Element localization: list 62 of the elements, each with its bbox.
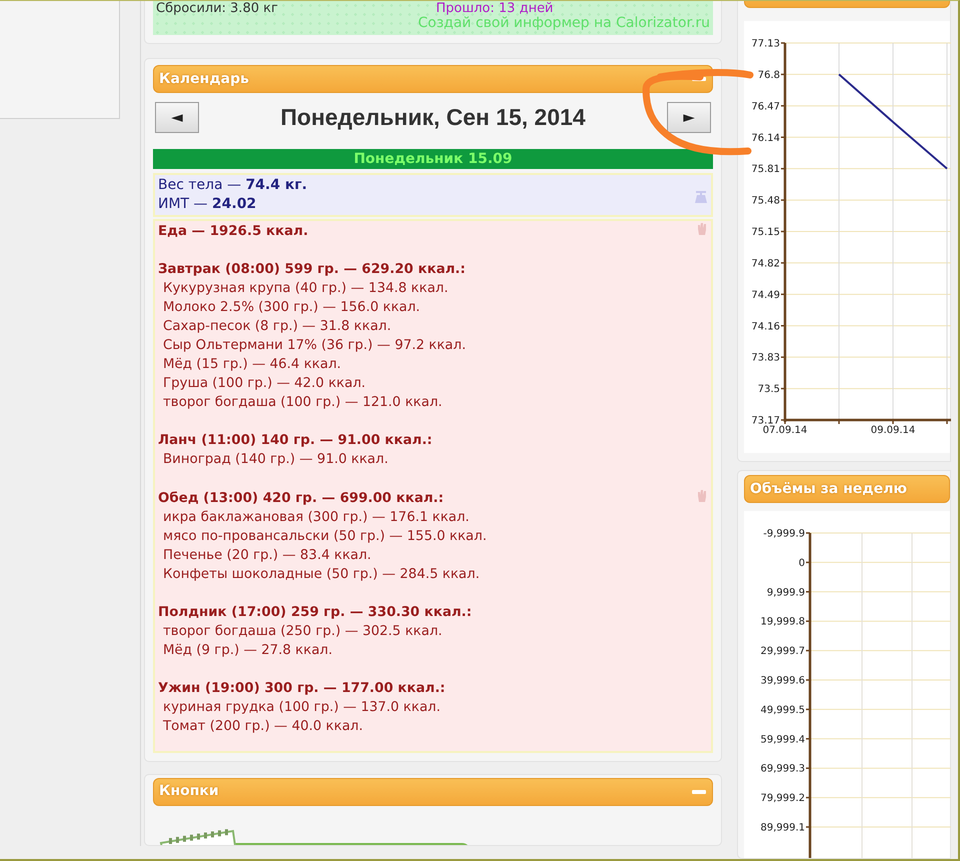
body-stat: ИМТ — 24.02 xyxy=(158,194,258,214)
axis-label: 09.09.14 xyxy=(870,425,916,436)
axis-label: 0 xyxy=(798,558,805,569)
panel-title: Кнопки xyxy=(159,782,219,801)
axis-label: 74.82 xyxy=(751,258,780,270)
axis-label: 19,999.8 xyxy=(760,616,805,628)
axis-label: 74.16 xyxy=(751,321,780,332)
meal-title: Завтрак (08:00) 599 гр. — 629.20 ккал.: xyxy=(158,260,466,279)
meal-title: Ланч (11:00) 140 гр. — 91.00 ккал.: xyxy=(158,432,432,450)
axis-label: 73.83 xyxy=(751,352,780,364)
food-item: Виноград (140 гр.) — 91.0 ккал. xyxy=(163,451,388,470)
axis-label: 74.49 xyxy=(751,290,780,301)
axis-label: 77.13 xyxy=(751,38,780,50)
food-item: Кукурузная крупа (40 гр.) — 134.8 ккал. xyxy=(163,280,448,298)
food-item: Мёд (15 гр.) — 46.4 ккал. xyxy=(163,356,342,374)
food-item: творог богдаша (250 гр.) — 302.5 ккал. xyxy=(163,623,442,642)
axis-label: 69,999.3 xyxy=(760,764,805,775)
axis-label: 75.15 xyxy=(751,227,780,238)
food-item: творог богдаша (100 гр.) — 121.0 ккал. xyxy=(163,394,442,412)
food-item: мясо по-провансальски (50 гр.) — 155.0 ккал. xyxy=(163,528,487,546)
food-item: Конфеты шоколадные (50 гр.) — 284.5 ккал. xyxy=(163,566,480,584)
axis-label: 49,999.5 xyxy=(760,704,805,716)
food-total: Еда — 1926.5 ккал. xyxy=(158,222,308,240)
axis-label: 76.8 xyxy=(758,70,780,81)
food-item: Сахар-песок (8 гр.) — 31.8 ккал. xyxy=(163,318,392,336)
weight-lost-text: Сбросили: 3.80 кг xyxy=(156,1,279,16)
axis-label: 07.09.14 xyxy=(762,425,808,436)
meal-title: Обед (13:00) 420 гр. — 699.00 ккал.: xyxy=(158,490,444,508)
axis-label: -9,999.9 xyxy=(763,528,805,540)
axis-label: 79,999.2 xyxy=(760,793,805,804)
date-title: Понедельник, Сен 15, 2014 xyxy=(280,103,586,132)
body-stat: Вес тела — 74.4 кг. xyxy=(158,176,308,194)
panel-title: Календарь xyxy=(159,70,249,88)
next-day-button[interactable]: ► xyxy=(666,102,711,133)
food-item: Печенье (20 гр.) — 83.4 ккал. xyxy=(163,546,372,565)
food-item: Молоко 2.5% (300 гр.) — 156.0 ккал. xyxy=(163,298,420,317)
collapse-icon[interactable] xyxy=(692,790,706,794)
axis-label: 9,999.9 xyxy=(766,587,805,598)
food-item: Груша (100 гр.) — 42.0 ккал. xyxy=(163,375,366,394)
axis-label: 75.81 xyxy=(751,164,780,176)
panel-title: Объёмы за неделю xyxy=(750,480,907,498)
axis-label: 29,999.7 xyxy=(760,646,805,658)
axis-label: 89,999.1 xyxy=(760,822,805,834)
axis-label: 73.5 xyxy=(758,384,780,396)
axis-label: 39,999.6 xyxy=(760,676,805,686)
day-header: Понедельник 15.09 xyxy=(153,148,713,168)
axis-label: 76.14 xyxy=(751,132,780,144)
food-item: куриная грудка (100 гр.) — 137.0 ккал. xyxy=(163,699,441,718)
food-item: икра баклажановая (300 гр.) — 176.1 ккал. xyxy=(163,508,470,527)
hand-icon xyxy=(696,488,708,503)
elapsed-text: Прошло: 13 дней xyxy=(436,1,554,16)
meal-title: Ужин (19:00) 300 гр. — 177.00 ккал.: xyxy=(158,680,446,698)
food-item: Мёд (9 гр.) — 27.8 ккал. xyxy=(163,642,332,660)
hand-icon xyxy=(696,222,708,236)
axis-label: 59,999.4 xyxy=(760,734,805,746)
meal-title: Полдник (17:00) 259 гр. — 330.30 ккал.: xyxy=(158,604,472,622)
axis-label: 73.17 xyxy=(751,416,780,426)
previous-day-button[interactable]: ◄ xyxy=(155,102,199,133)
axis-label: 76.47 xyxy=(751,101,780,112)
food-item: Сыр Ольтермани 17% (36 гр.) — 97.2 ккал. xyxy=(163,336,466,355)
food-item: Томат (200 гр.) — 40.0 ккал. xyxy=(163,718,363,736)
axis-label: 75.48 xyxy=(751,196,780,207)
